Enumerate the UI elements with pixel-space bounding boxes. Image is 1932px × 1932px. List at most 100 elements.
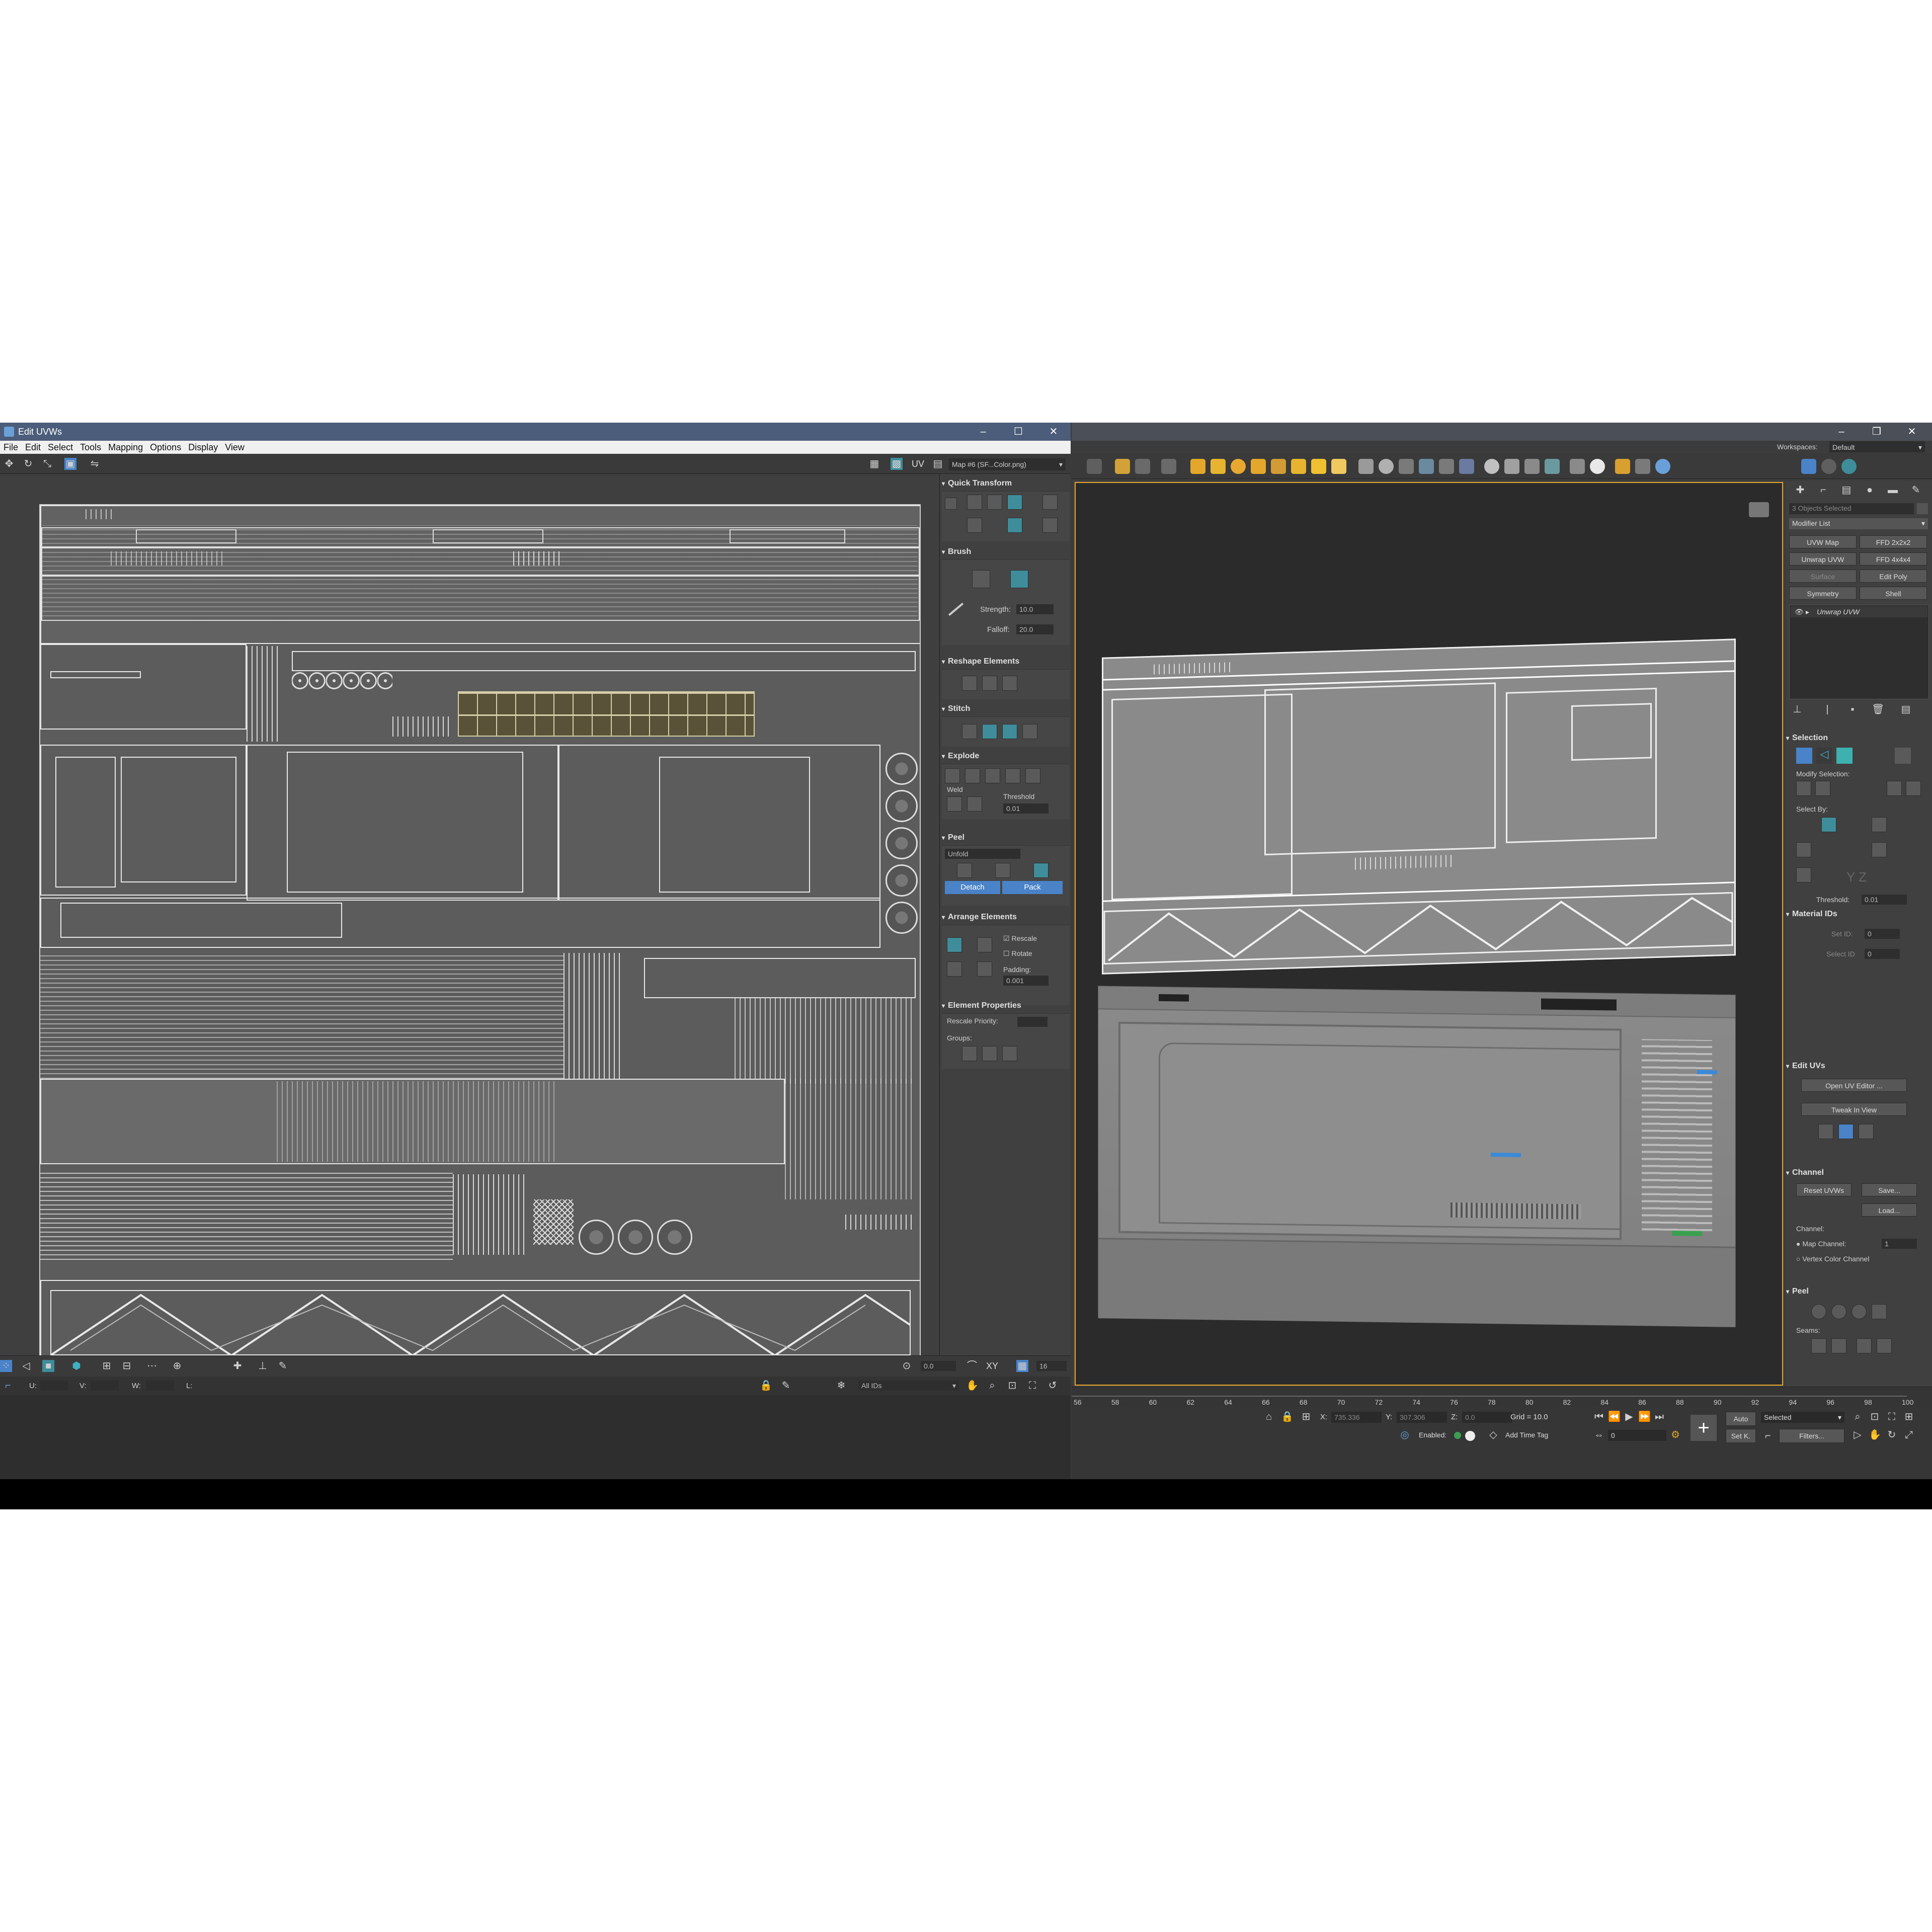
hierarchy-tab-icon[interactable]: ▤: [1840, 484, 1853, 496]
material-editor-icon[interactable]: [1504, 459, 1519, 474]
seams-to-edge-sel-icon[interactable]: [1877, 1338, 1892, 1353]
soft-select-icon[interactable]: ⊥: [257, 1360, 269, 1372]
menu-display[interactable]: Display: [185, 441, 221, 454]
cube-icon[interactable]: [1358, 459, 1374, 474]
expand-icon[interactable]: ▸: [1806, 606, 1809, 617]
uv-circle[interactable]: [657, 1220, 692, 1255]
straighten-icon[interactable]: [967, 518, 982, 533]
flatten-by-smoothing-icon[interactable]: [1005, 768, 1020, 783]
go-to-end-icon[interactable]: ⏭: [1653, 1411, 1665, 1423]
next-frame-icon[interactable]: ⏩: [1638, 1411, 1651, 1423]
select-by-element-icon[interactable]: [1872, 817, 1887, 832]
lamp-icon[interactable]: [1190, 459, 1205, 474]
relax-settings-icon[interactable]: [1002, 676, 1017, 691]
motion-tab-icon[interactable]: ●: [1864, 484, 1876, 496]
selection-lock-icon[interactable]: 🔒: [1281, 1411, 1294, 1423]
motion-icon[interactable]: [1821, 459, 1836, 474]
z-field[interactable]: 0.0: [1462, 1412, 1512, 1423]
texture-icon[interactable]: ▤: [932, 458, 944, 470]
uv-circle[interactable]: [618, 1220, 653, 1255]
rescale-priority-field[interactable]: [1017, 1017, 1048, 1027]
absolute-mode-icon[interactable]: ⌐: [2, 1380, 14, 1392]
menu-select[interactable]: Select: [44, 441, 76, 454]
weld-selected-icon[interactable]: [967, 796, 982, 812]
modify-tab-icon[interactable]: ⌐: [1817, 484, 1829, 496]
uv-strip-group[interactable]: [40, 1169, 453, 1260]
previous-frame-icon[interactable]: ⏪: [1608, 1411, 1621, 1423]
checker-icon[interactable]: ▦: [868, 458, 880, 470]
ignore-backfacing-icon[interactable]: [1821, 817, 1836, 832]
pack-recenter-icon[interactable]: [977, 961, 992, 977]
filters-button[interactable]: Filters...: [1779, 1429, 1844, 1443]
rescale-checkbox[interactable]: ☑ Rescale: [1003, 934, 1037, 943]
map-channel-radio[interactable]: ● Map Channel:: [1796, 1240, 1846, 1248]
pin-icon[interactable]: [1872, 1304, 1887, 1319]
zoom-viewport-icon[interactable]: ⌕: [1852, 1411, 1864, 1423]
paint-select-icon[interactable]: ✚: [231, 1360, 244, 1372]
lock-curve-icon[interactable]: ⌒: [966, 1360, 978, 1372]
w-field[interactable]: [146, 1381, 174, 1391]
open-uv-editor-button[interactable]: Open UV Editor ...: [1801, 1079, 1907, 1092]
ffd-4x4x4-button[interactable]: FFD 4x4x4: [1860, 552, 1927, 566]
particle-icon[interactable]: [1399, 459, 1414, 474]
element-mode-icon[interactable]: ⬢: [70, 1360, 83, 1372]
vertex-color-channel-radio[interactable]: ○ Vertex Color Channel: [1796, 1255, 1869, 1263]
zoom-extents-icon[interactable]: ⊙: [901, 1360, 913, 1372]
reset-uvws-button[interactable]: Reset UVWs: [1796, 1183, 1852, 1196]
shell-button[interactable]: Shell: [1860, 587, 1927, 600]
utilities-tab-icon[interactable]: ✎: [1910, 484, 1922, 496]
show-end-result-icon[interactable]: |: [1821, 703, 1833, 715]
uv-circle[interactable]: [886, 864, 918, 897]
loop-select-icon[interactable]: [1887, 781, 1902, 796]
uv-strip[interactable]: [433, 529, 543, 543]
spotlight-icon[interactable]: [1271, 459, 1286, 474]
auto-key-button[interactable]: Auto: [1726, 1412, 1756, 1426]
adaptive-degradation-icon[interactable]: ◎: [1399, 1429, 1411, 1441]
uv-strip-group[interactable]: [564, 953, 624, 1084]
uv-shell[interactable]: [60, 903, 342, 938]
arrange-elements-header[interactable]: Arrange Elements: [942, 911, 1070, 924]
layer-icon[interactable]: [1635, 459, 1650, 474]
surface-button[interactable]: Surface: [1789, 570, 1857, 583]
uv-shell[interactable]: [644, 958, 916, 998]
grow-icon[interactable]: [1796, 781, 1811, 796]
menu-file[interactable]: File: [0, 441, 22, 454]
point-to-point-seam-icon[interactable]: [1831, 1338, 1846, 1353]
padding-field[interactable]: 0.001: [1003, 976, 1049, 986]
edit-poly-button[interactable]: Edit Poly: [1860, 570, 1927, 583]
group-icon[interactable]: [982, 1046, 997, 1061]
vertex-select-icon[interactable]: [1796, 748, 1812, 764]
color-swatch[interactable]: [1917, 503, 1928, 514]
weld-target-icon[interactable]: [947, 796, 962, 812]
pan-icon[interactable]: ✋: [966, 1380, 979, 1392]
pack-button[interactable]: Pack: [1002, 881, 1063, 894]
map-channel-field[interactable]: 1: [1882, 1239, 1917, 1249]
modifier-list-dropdown[interactable]: Modifier List ▾: [1789, 518, 1928, 529]
zoom-extents-max-icon[interactable]: ⛶: [1886, 1411, 1898, 1423]
uv-shell[interactable]: [121, 757, 236, 882]
explode-header[interactable]: Explode: [942, 750, 1070, 763]
maximize-button[interactable]: ☐: [1003, 423, 1033, 441]
pack-together-icon[interactable]: [977, 937, 992, 952]
edit-uvs-header[interactable]: Edit UVs: [1786, 1060, 1914, 1073]
menu-view[interactable]: View: [221, 441, 248, 454]
uvw-map-button[interactable]: UVW Map: [1789, 535, 1857, 548]
reset-peel-icon[interactable]: [1033, 863, 1049, 878]
render-setup-icon[interactable]: [1087, 459, 1102, 474]
rotate-icon[interactable]: ↻: [22, 458, 34, 470]
space-horizontal-icon[interactable]: [1042, 495, 1058, 510]
display-tab-icon[interactable]: ▬: [1887, 484, 1899, 496]
eye-icon[interactable]: 👁: [1795, 606, 1804, 617]
shrink-icon[interactable]: [1815, 781, 1830, 796]
key-mode-icon[interactable]: ⇔: [1593, 1429, 1605, 1441]
move-icon[interactable]: ✥: [3, 458, 15, 470]
u-field[interactable]: [40, 1381, 68, 1391]
align-icon[interactable]: [945, 498, 957, 510]
paint-move-icon[interactable]: [972, 570, 990, 588]
peel-cmd-header[interactable]: Peel: [1786, 1285, 1914, 1298]
max-restore-button[interactable]: ❐: [1862, 423, 1892, 441]
menu-mapping[interactable]: Mapping: [105, 441, 146, 454]
save-uvws-button[interactable]: Save...: [1862, 1183, 1917, 1196]
mirror-icon[interactable]: ⇋: [89, 458, 101, 470]
hemisphere-icon[interactable]: [1211, 459, 1226, 474]
